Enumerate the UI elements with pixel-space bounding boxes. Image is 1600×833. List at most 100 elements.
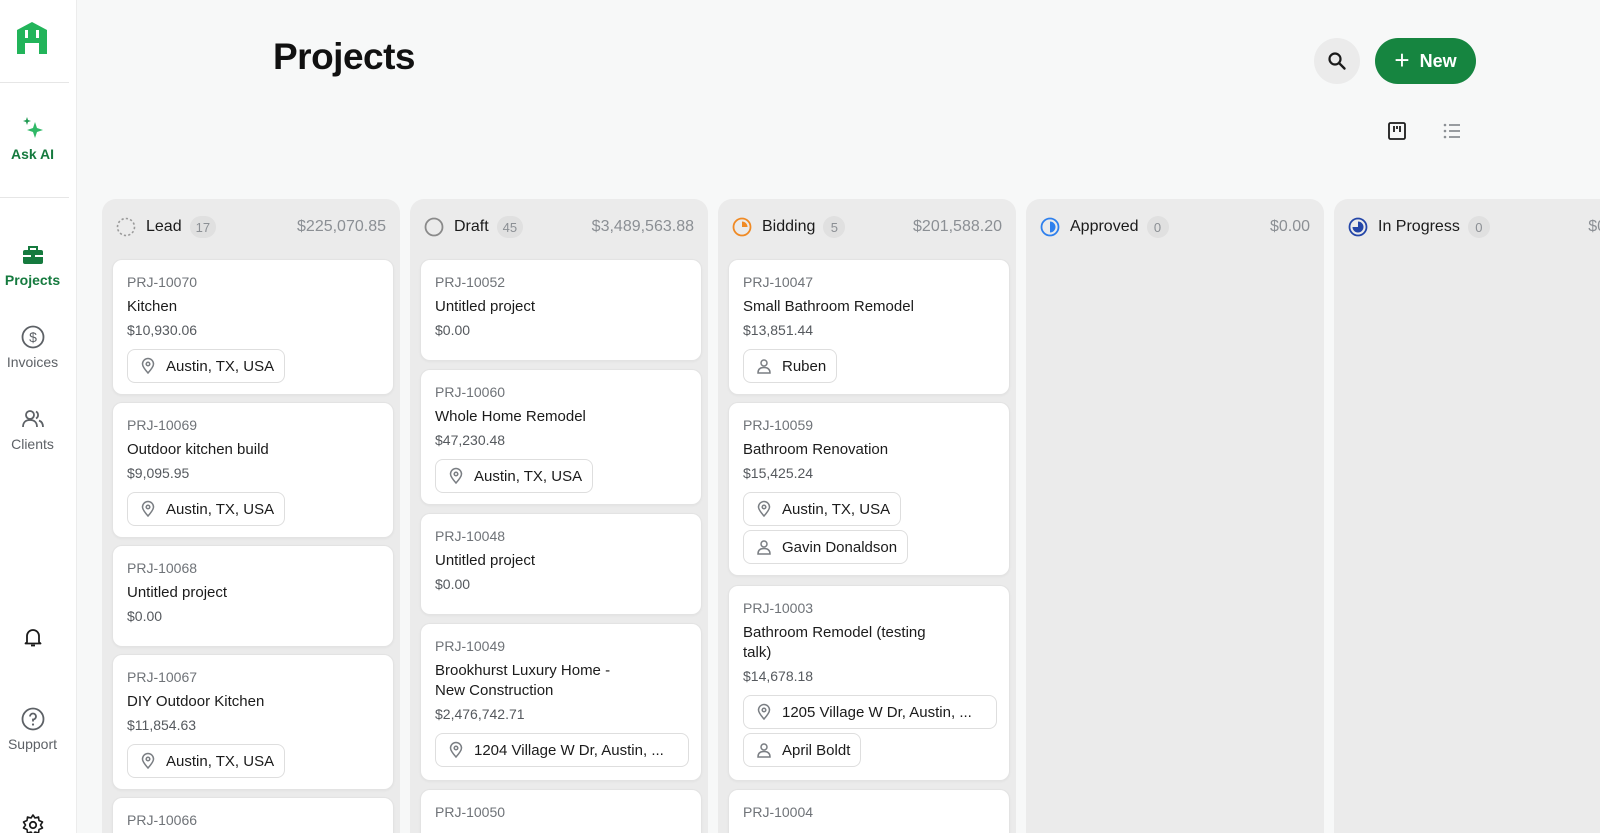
column-header: Lead 17 $225,070.85	[116, 215, 386, 239]
project-amount: $15,425.24	[743, 465, 814, 481]
location-pin-icon	[449, 467, 463, 485]
project-id: PRJ-10004	[743, 804, 814, 820]
half-circle-icon	[1040, 217, 1060, 237]
project-name: Bathroom Renovation	[743, 441, 889, 458]
project-card[interactable]: PRJ-10067 DIY Outdoor Kitchen $11,854.63…	[112, 654, 394, 790]
project-id: PRJ-10047	[743, 274, 814, 290]
location-chip[interactable]: Austin, TX, USA	[743, 492, 902, 526]
location-chip[interactable]: 1204 Village W Dr, Austin, ...	[435, 733, 689, 767]
project-card[interactable]: PRJ-10070 Kitchen $10,930.06 Austin, TX,…	[112, 259, 394, 395]
location-pin-icon	[449, 741, 463, 759]
help-circle-icon	[21, 707, 44, 731]
project-name: Untitled project	[435, 298, 536, 315]
location-pin-icon	[757, 703, 771, 721]
project-card[interactable]: PRJ-10052 Untitled project $0.00	[420, 259, 702, 361]
project-card[interactable]: PRJ-10047 Small Bathroom Remodel $13,851…	[728, 259, 1010, 395]
notifications-button[interactable]	[0, 624, 65, 654]
client-name: Ruben	[782, 357, 827, 375]
column-bidding: Bidding 5 $201,588.20 PRJ-10047 Small Ba…	[718, 199, 1016, 833]
project-card[interactable]: PRJ-10066	[112, 797, 394, 833]
project-amount: $9,095.95	[127, 465, 190, 481]
client-name: April Boldt	[782, 741, 851, 759]
project-card[interactable]: PRJ-10003 Bathroom Remodel (testing talk…	[728, 585, 1010, 781]
svg-text:$: $	[29, 329, 37, 345]
project-amount: $14,678.18	[743, 668, 814, 684]
location-pin-icon	[141, 500, 155, 518]
client-chip[interactable]: April Boldt	[743, 733, 862, 767]
location-chip[interactable]: Austin, TX, USA	[127, 492, 286, 526]
location-chip[interactable]: Austin, TX, USA	[127, 349, 286, 383]
project-card[interactable]: PRJ-10049 Brookhurst Luxury Home - New C…	[420, 623, 702, 781]
project-name: Outdoor kitchen build	[127, 441, 269, 458]
dollar-circle-icon: $	[21, 325, 44, 349]
project-card[interactable]: PRJ-10059 Bathroom Renovation $15,425.24…	[728, 402, 1010, 576]
list-icon	[1443, 123, 1460, 139]
project-card[interactable]: PRJ-10060 Whole Home Remodel $47,230.48 …	[420, 369, 702, 505]
project-id: PRJ-10067	[127, 669, 198, 685]
kanban-icon	[1388, 122, 1406, 140]
location-text: 1205 Village W Dr, Austin, ...	[782, 703, 972, 721]
search-icon	[1328, 52, 1346, 70]
empty-circle-icon	[424, 217, 444, 237]
sidebar-item-ask-ai[interactable]: Ask AI	[0, 116, 65, 162]
project-id: PRJ-10070	[127, 274, 198, 290]
project-id: PRJ-10060	[435, 384, 506, 400]
client-name: Gavin Donaldson	[782, 538, 898, 556]
sidebar-item-invoices[interactable]: $ Invoices	[0, 324, 65, 370]
column-title: In Progress	[1378, 218, 1460, 235]
project-card[interactable]: PRJ-10050	[420, 789, 702, 833]
location-chip[interactable]: 1205 Village W Dr, Austin, ...	[743, 695, 997, 729]
app-logo[interactable]	[15, 21, 49, 55]
quarter-circle-icon	[732, 217, 752, 237]
column-total: $201,588.20	[913, 218, 1002, 235]
project-id: PRJ-10003	[743, 600, 814, 616]
column-total: $225,070.85	[297, 218, 386, 235]
client-chip[interactable]: Gavin Donaldson	[743, 530, 909, 564]
sidebar-item-projects[interactable]: Projects	[0, 242, 65, 288]
column-header: Bidding 5 $201,588.20	[732, 215, 1002, 239]
bell-icon	[24, 629, 41, 647]
column-in-progress: In Progress 0 $0	[1334, 199, 1600, 833]
column-count: 5	[823, 216, 846, 238]
project-name: Untitled project	[127, 584, 228, 601]
users-icon	[21, 410, 44, 428]
user-icon	[757, 540, 771, 555]
project-amount: $11,854.63	[127, 717, 197, 733]
new-button-label: New	[1419, 50, 1457, 71]
project-card[interactable]: PRJ-10068 Untitled project $0.00	[112, 545, 394, 647]
column-header: Draft 45 $3,489,563.88	[424, 215, 694, 239]
project-card[interactable]: PRJ-10069 Outdoor kitchen build $9,095.9…	[112, 402, 394, 538]
list-view-button[interactable]	[1440, 119, 1464, 143]
location-text: Austin, TX, USA	[166, 752, 275, 770]
location-text: 1204 Village W Dr, Austin, ...	[474, 741, 664, 759]
sidebar-item-label: Clients	[11, 436, 54, 452]
sidebar: Ask AI Projects $ Invoices Clients Suppo…	[0, 0, 77, 833]
location-chip[interactable]: Austin, TX, USA	[435, 459, 594, 493]
column-count: 45	[496, 216, 524, 238]
sidebar-item-support[interactable]: Support	[0, 706, 65, 752]
column-count: 17	[189, 216, 217, 238]
three-quarter-circle-icon	[1348, 217, 1368, 237]
column-total: $3,489,563.88	[591, 218, 694, 235]
settings-button[interactable]	[0, 812, 65, 833]
column-approved: Approved 0 $0.00	[1026, 199, 1324, 833]
project-name: Small Bathroom Remodel	[743, 298, 914, 315]
sidebar-divider	[0, 197, 69, 198]
project-amount: $2,476,742.71	[435, 706, 525, 722]
board-view-button[interactable]	[1385, 119, 1409, 143]
project-amount: $10,930.06	[127, 322, 198, 338]
location-text: Austin, TX, USA	[166, 357, 275, 375]
sidebar-divider	[0, 82, 69, 83]
gear-icon	[22, 814, 43, 833]
project-id: PRJ-10049	[435, 638, 506, 654]
client-chip[interactable]: Ruben	[743, 349, 838, 383]
column-count: 0	[1146, 216, 1169, 238]
column-draft: Draft 45 $3,489,563.88 PRJ-10052 Untitle…	[410, 199, 708, 833]
sidebar-item-clients[interactable]: Clients	[0, 406, 65, 452]
location-chip[interactable]: Austin, TX, USA	[127, 744, 286, 778]
project-card[interactable]: PRJ-10048 Untitled project $0.00	[420, 513, 702, 615]
project-card[interactable]: PRJ-10004	[728, 789, 1010, 833]
column-header: In Progress 0 $0	[1348, 215, 1600, 239]
new-project-button[interactable]: + New	[1375, 38, 1476, 84]
search-button[interactable]	[1314, 38, 1360, 84]
